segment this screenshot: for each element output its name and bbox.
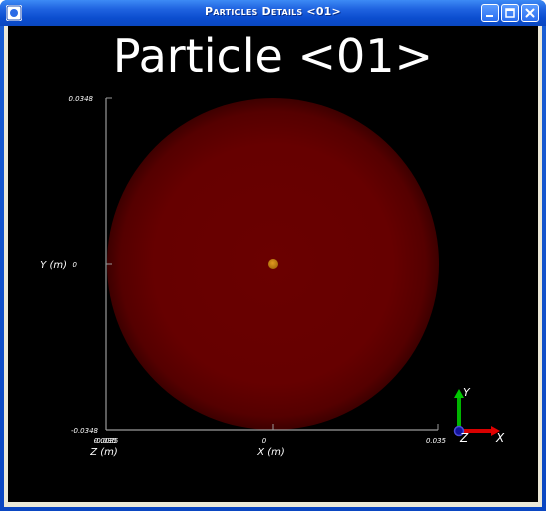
app-window: Particles Details <01> Particle <01> 0.0… — [0, 0, 546, 511]
close-icon — [525, 8, 535, 18]
z-tick-label: 0.0035 — [94, 437, 119, 445]
title-bar[interactable]: Particles Details <01> — [0, 0, 546, 26]
orientation-axes-widget: Y X Z — [453, 386, 505, 445]
z-axis-label: Z (m) — [89, 447, 118, 458]
minimize-icon — [486, 15, 493, 17]
maximize-button[interactable] — [501, 4, 519, 22]
particle-3d-viewport[interactable]: Particle <01> 0.0348 0 Y (m) -0.0348 -0.… — [8, 26, 538, 502]
orientation-y-label: Y — [463, 386, 471, 399]
orientation-x-label: X — [495, 431, 505, 445]
y-tick-bottom-label: -0.0348 — [71, 427, 99, 435]
maximize-icon — [505, 8, 515, 18]
y-tick-top-label: 0.0348 — [69, 95, 94, 103]
y-axis-label: Y (m) — [40, 260, 67, 271]
minimize-button[interactable] — [481, 4, 499, 22]
x-axis-label: X (m) — [256, 447, 285, 458]
close-button[interactable] — [521, 4, 539, 22]
x-tick-right-label: 0.035 — [426, 437, 447, 445]
x-tick-mid-label: 0 — [262, 437, 267, 445]
orientation-z-label: Z — [459, 431, 469, 445]
y-tick-mid-label: 0 — [73, 261, 78, 269]
particle-core — [268, 259, 278, 269]
particle-plot[interactable]: 0.0348 0 Y (m) -0.0348 -0.035 0.0035 Z (… — [8, 26, 538, 502]
window-title: Particles Details <01> — [205, 5, 341, 18]
